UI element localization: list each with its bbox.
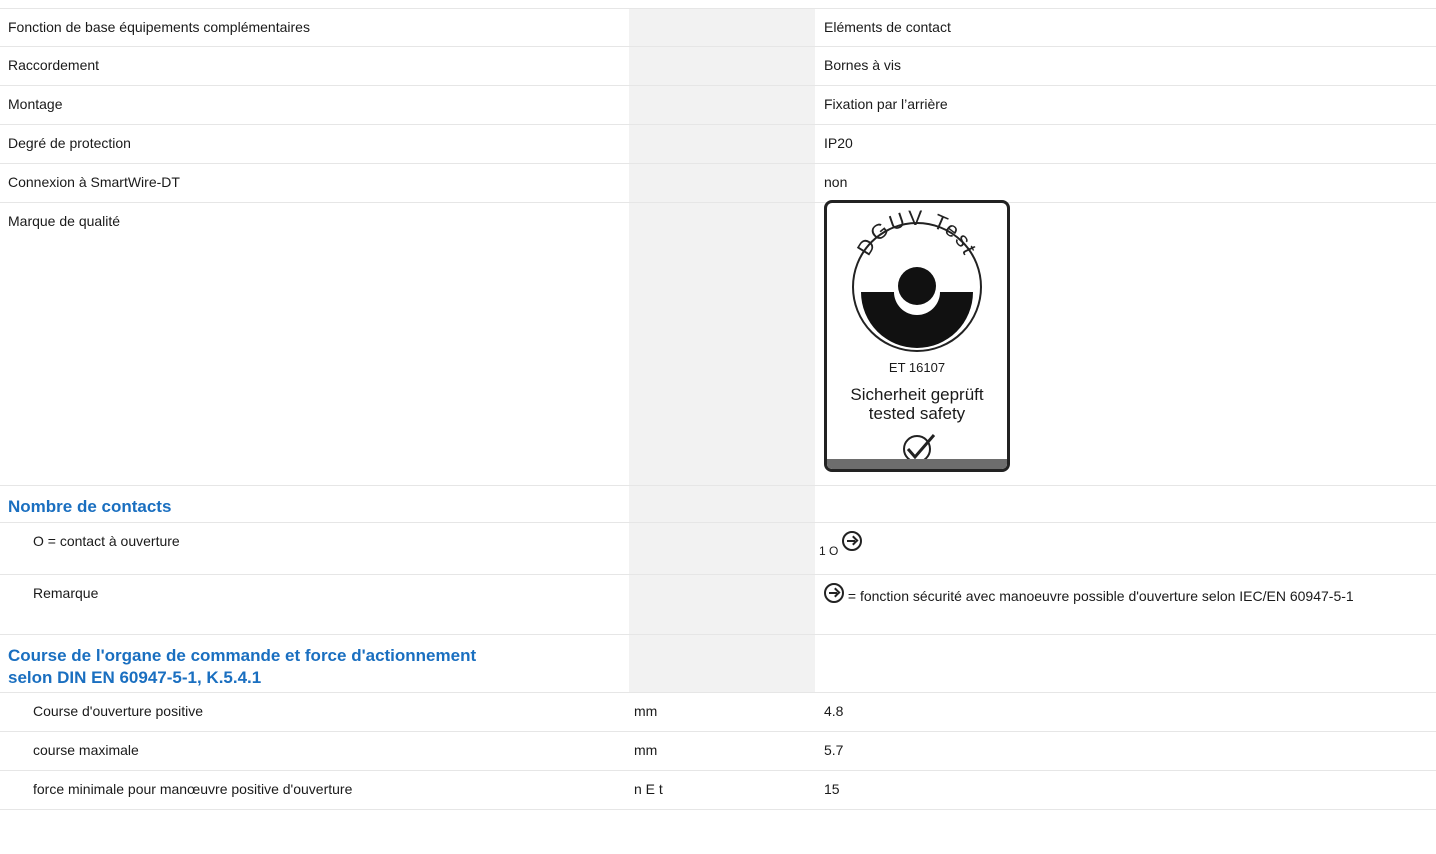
spec-value: 4.8 xyxy=(824,703,844,719)
spec-row: Connexion à SmartWire-DT non xyxy=(0,164,1436,203)
spec-unit xyxy=(629,203,815,485)
spec-unit xyxy=(629,86,815,124)
spec-row: Course d'ouverture positive mm 4.8 xyxy=(0,693,1436,732)
spec-label: Fonction de base équipements complémenta… xyxy=(8,19,310,35)
spec-value: Eléments de contact xyxy=(824,19,951,35)
quality-mark-line2: tested safety xyxy=(868,404,966,423)
quality-mark-band xyxy=(827,459,1007,469)
spec-label: Marque de qualité xyxy=(8,213,121,229)
spec-value: Fixation par l’arrière xyxy=(824,96,948,112)
spec-unit xyxy=(629,164,815,202)
quality-mark-line1: Sicherheit geprüft xyxy=(850,385,984,404)
spec-value: 15 xyxy=(824,781,840,797)
spec-row: Fonction de base équipements complémenta… xyxy=(0,8,1436,47)
spec-label: Course d'ouverture positive xyxy=(33,703,203,719)
section-heading: Nombre de contacts xyxy=(8,497,172,516)
spec-row: force minimale pour manœuvre positive d'… xyxy=(0,771,1436,810)
spec-value: non xyxy=(824,174,848,190)
spec-table: Fonction de base équipements complémenta… xyxy=(0,8,1436,810)
spec-row: course maximale mm 5.7 xyxy=(0,732,1436,771)
spec-row: Raccordement Bornes à vis xyxy=(0,47,1436,86)
spec-label: force minimale pour manœuvre positive d'… xyxy=(33,781,353,797)
section-heading: Course de l'organe de commande et force … xyxy=(0,635,629,692)
spec-unit: mm xyxy=(634,703,658,719)
spec-value: 5.7 xyxy=(824,742,844,758)
ring-text: DGUV Test xyxy=(853,207,979,260)
spec-row: Remarque = fonction sécurité avec manoeu… xyxy=(0,575,1436,635)
svg-text:DGUV Test: DGUV Test xyxy=(853,207,981,260)
spec-unit: n E t xyxy=(634,781,663,797)
section-heading-line: Course de l'organe de commande et force … xyxy=(8,646,477,665)
spec-label: O = contact à ouverture xyxy=(33,533,180,549)
spec-label: Montage xyxy=(8,96,63,112)
spec-label: Raccordement xyxy=(8,57,100,73)
spec-label: Degré de protection xyxy=(8,135,131,151)
spec-label: Remarque xyxy=(33,585,99,601)
spec-value: = fonction sécurité avec manoeuvre possi… xyxy=(824,583,1414,606)
quality-mark-number: ET 16107 xyxy=(888,360,946,375)
positive-opening-icon xyxy=(824,583,844,603)
remark-text: = fonction sécurité avec manoeuvre possi… xyxy=(847,588,1354,604)
spec-row: Montage Fixation par l’arrière xyxy=(0,86,1436,125)
spec-value: 1 O xyxy=(819,531,863,558)
spec-row: Degré de protection IP20 xyxy=(0,125,1436,164)
spec-row: O = contact à ouverture 1 O xyxy=(0,523,1436,575)
section-heading-row: Nombre de contacts xyxy=(0,486,1436,523)
spec-label: course maximale xyxy=(33,742,139,758)
spec-unit xyxy=(629,47,815,85)
spec-value: Bornes à vis xyxy=(824,57,902,73)
spec-unit: mm xyxy=(634,742,658,758)
positive-opening-icon xyxy=(842,531,863,551)
section-heading-row: Course de l'organe de commande et force … xyxy=(0,635,1436,693)
spec-value: IP20 xyxy=(824,135,853,151)
section-heading-line: selon DIN EN 60947-5-1, K.5.4.1 xyxy=(8,668,262,687)
spec-label: Connexion à SmartWire-DT xyxy=(8,174,180,190)
spec-unit xyxy=(629,125,815,163)
spec-row-quality-mark: Marque de qualité xyxy=(0,203,1436,486)
dguv-emblem-icon: DGUV Test xyxy=(852,207,982,352)
spec-unit xyxy=(629,9,815,46)
contact-count: 1 O xyxy=(819,544,839,558)
dguv-test-quality-mark: DGUV Test ET 16107 Sicherheit geprüft te… xyxy=(824,200,1010,472)
